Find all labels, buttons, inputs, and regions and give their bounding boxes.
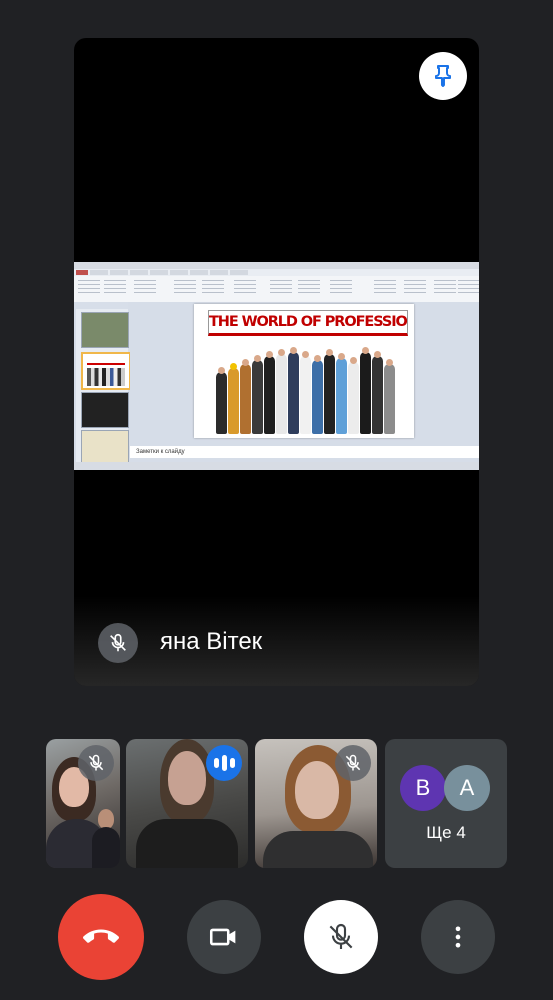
participant-tile[interactable] <box>46 739 120 868</box>
slide-thumbnail <box>81 312 129 348</box>
professions-image <box>210 338 406 434</box>
mic-off-icon <box>329 923 353 949</box>
ppt-workspace: THE WORLD OF PROFESSIONS Заметки к слайд… <box>74 302 479 466</box>
end-call-icon <box>83 929 119 943</box>
end-call-button[interactable] <box>58 894 144 980</box>
speaking-indicator <box>206 745 242 781</box>
slide-thumbnail-selected <box>81 352 131 390</box>
slide-notes: Заметки к слайду <box>130 446 479 458</box>
avatar: B <box>400 765 446 811</box>
more-vert-icon <box>455 926 461 948</box>
mic-off-icon <box>345 754 361 771</box>
slide-thumbnail <box>81 430 129 466</box>
microphone-button[interactable] <box>304 900 378 974</box>
pin-button[interactable] <box>419 52 467 100</box>
participant-mic-status <box>335 745 371 781</box>
participant-tile[interactable] <box>255 739 377 868</box>
camera-icon <box>209 928 236 946</box>
participant-tile[interactable] <box>126 739 248 868</box>
more-options-button[interactable] <box>421 900 495 974</box>
pin-icon <box>435 65 451 87</box>
slide-canvas: THE WORLD OF PROFESSIONS <box>130 302 479 442</box>
participant-mic-status <box>78 745 114 781</box>
main-mic-status <box>98 623 138 663</box>
more-participants-label: Ще 4 <box>426 823 466 842</box>
shared-screen: THE WORLD OF PROFESSIONS Заметки к слайд… <box>74 262 479 470</box>
slide-thumbnail <box>81 392 129 428</box>
more-participants-tile[interactable]: B A Ще 4 <box>385 739 507 868</box>
participant-name: яна Вітек <box>160 628 263 655</box>
ppt-ribbon <box>74 276 479 303</box>
main-video-tile[interactable]: THE WORLD OF PROFESSIONS Заметки к слайд… <box>74 38 479 686</box>
ppt-titlebar <box>74 262 479 269</box>
mic-off-icon <box>88 754 104 771</box>
camera-button[interactable] <box>187 900 261 974</box>
slide-title: THE WORLD OF PROFESSIONS <box>208 310 408 336</box>
ppt-ribbon-tabs <box>74 269 479 276</box>
meet-screen: THE WORLD OF PROFESSIONS Заметки к слайд… <box>0 0 553 1000</box>
mic-off-icon <box>110 633 126 652</box>
ppt-statusbar <box>74 462 479 470</box>
avatar: A <box>444 765 490 811</box>
slide-thumbnails <box>76 302 131 466</box>
current-slide: THE WORLD OF PROFESSIONS <box>194 304 414 438</box>
